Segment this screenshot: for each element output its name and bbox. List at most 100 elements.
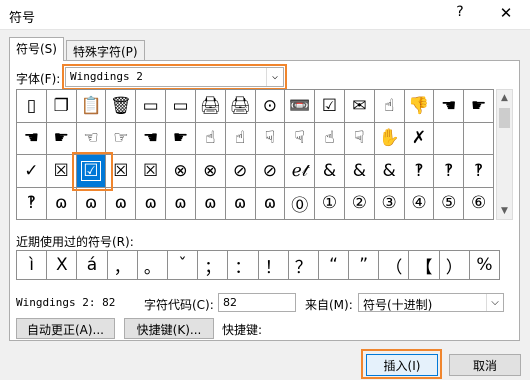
recent-symbol-cell[interactable]: ， [107,251,138,280]
symbol-cell[interactable]: ⊗ [166,155,196,188]
symbol-cell[interactable]: ⑤ [434,187,465,220]
symbol-cell[interactable]: ▯ [17,90,47,123]
symbol-cell[interactable]: 📋 [76,90,107,123]
scrollbar-thumb[interactable] [499,108,510,128]
symbol-cell[interactable]: ɷ [195,187,226,220]
symbol-cell[interactable] [464,122,494,155]
symbol-cell[interactable]: & [344,155,375,188]
recent-symbol-cell[interactable]: ） [439,251,470,280]
symbol-cell[interactable]: ⊙ [255,90,286,123]
symbol-cell[interactable]: ‽ [434,155,465,188]
symbol-glyph: ɷ [204,193,217,214]
symbol-cell[interactable]: ☜ [76,122,107,155]
symbol-cell[interactable]: ‽ [464,155,494,188]
symbol-cell[interactable]: ɷ [46,187,77,220]
symbol-cell[interactable]: ▭ [136,90,167,123]
symbol-cell[interactable]: ☑ [315,90,345,123]
symbol-cell[interactable]: ✉ [344,90,375,123]
symbol-cell[interactable]: ☞ [106,122,137,155]
symbol-cell[interactable]: ⓪ [285,187,316,220]
tab-special-characters[interactable]: 特殊字符(P) [66,40,145,60]
recent-symbols-label: 近期使用过的符号(R): [16,235,134,249]
symbol-cell[interactable]: ɷ [166,187,196,220]
recent-symbol-cell[interactable]: “ [318,251,350,280]
symbol-cell[interactable]: ▭ [166,90,196,123]
symbol-cell[interactable]: & [315,155,345,188]
recent-symbol-cell[interactable]: （ [379,251,410,280]
recent-symbol-cell[interactable]: á [77,251,108,280]
symbol-glyph: ☞ [113,128,129,149]
recent-symbol-cell[interactable]: X [47,251,78,280]
symbol-cell[interactable]: ☟ [285,122,316,155]
scroll-up-icon[interactable]: ▲ [497,90,512,106]
recent-symbol-cell[interactable]: ˇ [167,251,199,280]
recent-symbol-cell[interactable]: ” [349,251,380,280]
symbol-cell[interactable]: ☟ [255,122,286,155]
symbol-cell[interactable]: ɷ [106,187,137,220]
symbol-cell[interactable]: ⊘ [225,155,256,188]
symbol-cell[interactable]: ☒ [136,155,167,188]
symbol-cell[interactable]: ⊗ [195,155,226,188]
shortcut-key-button[interactable]: 快捷键(K)... [124,318,214,339]
symbol-cell[interactable]: ☝ [195,122,226,155]
symbol-cell[interactable]: ❐ [46,90,77,123]
symbol-cell[interactable]: ɷ [136,187,167,220]
symbol-cell[interactable]: ℯ𝓉 [285,155,316,188]
symbol-cell[interactable]: ☛ [166,122,196,155]
symbol-cell[interactable]: ☝ [315,122,345,155]
symbol-cell[interactable]: 👎 [404,90,435,123]
symbol-cell[interactable]: 🗑 [106,90,137,123]
symbol-cell[interactable]: ☛ [46,122,77,155]
symbol-cell[interactable]: ✗ [404,122,435,155]
symbol-cell[interactable]: ☝ [374,90,405,123]
symbol-cell[interactable]: 📼 [285,90,316,123]
symbol-cell[interactable]: ɷ [225,187,256,220]
symbol-cell[interactable]: ☝ [225,122,256,155]
recent-symbol-cell[interactable]: % [469,251,500,280]
symbol-cell[interactable]: ☚ [434,90,465,123]
symbol-cell[interactable]: ③ [374,187,405,220]
symbol-cell[interactable]: ⊘ [255,155,286,188]
symbol-cell[interactable]: ✓ [17,155,47,188]
symbol-cell[interactable] [434,122,465,155]
cancel-button[interactable]: 取消 [449,354,521,376]
symbol-cell[interactable]: 🖨 [195,90,226,123]
recent-symbol-cell[interactable]: ！ [258,251,289,280]
recent-symbol-cell[interactable]: ； [198,251,229,280]
close-button[interactable]: ✕ [494,4,518,26]
symbol-cell[interactable]: ④ [404,187,435,220]
tab-symbols[interactable]: 符号(S) [9,37,64,61]
symbol-cell[interactable]: ☚ [17,122,47,155]
recent-symbol-cell[interactable]: ？ [288,251,319,280]
symbol-cell[interactable]: ☛ [464,90,494,123]
recent-symbol-cell[interactable]: ì [17,251,48,280]
symbol-cell[interactable]: ① [315,187,345,220]
chevron-down-icon[interactable]: ⌵ [486,294,503,311]
from-select[interactable]: 符号(十进制) ⌵ [358,293,504,312]
symbol-grid-scrollbar[interactable]: ▲ ▼ [496,89,513,220]
symbol-cell[interactable]: ⑥ [464,187,494,220]
symbol-cell[interactable]: & [374,155,405,188]
symbol-cell[interactable]: ‽ [404,155,435,188]
from-label: 来自(M): [305,298,353,312]
char-code-input[interactable]: 82 [218,293,296,312]
symbol-cell[interactable]: ɷ [255,187,286,220]
autocorrect-button[interactable]: 自动更正(A)... [16,318,115,339]
symbol-cell[interactable]: ☚ [136,122,167,155]
symbol-cell[interactable]: 🖨 [225,90,256,123]
symbol-cell[interactable]: ② [344,187,375,220]
recent-symbols[interactable]: ì Xá，。 ˇ；：！？ “” （【）% [16,250,500,280]
recent-symbol-cell[interactable]: ： [228,251,259,280]
symbol-cell[interactable]: ɷ [76,187,107,220]
symbol-glyph: ɷ [84,193,98,214]
recent-symbol-cell[interactable]: 。 [137,251,168,280]
symbol-cell[interactable]: ☟ [344,122,375,155]
symbol-glyph: ☟ [264,128,276,149]
recent-symbol-cell[interactable]: 【 [409,251,440,280]
help-button[interactable]: ? [450,4,470,26]
symbol-cell[interactable]: ‽ [17,187,47,220]
title-bar: 符号 ? ✕ [0,0,530,30]
scroll-down-icon[interactable]: ▼ [497,203,512,219]
symbol-glyph: ☛ [172,128,189,149]
symbol-cell[interactable]: ✋ [374,122,405,155]
